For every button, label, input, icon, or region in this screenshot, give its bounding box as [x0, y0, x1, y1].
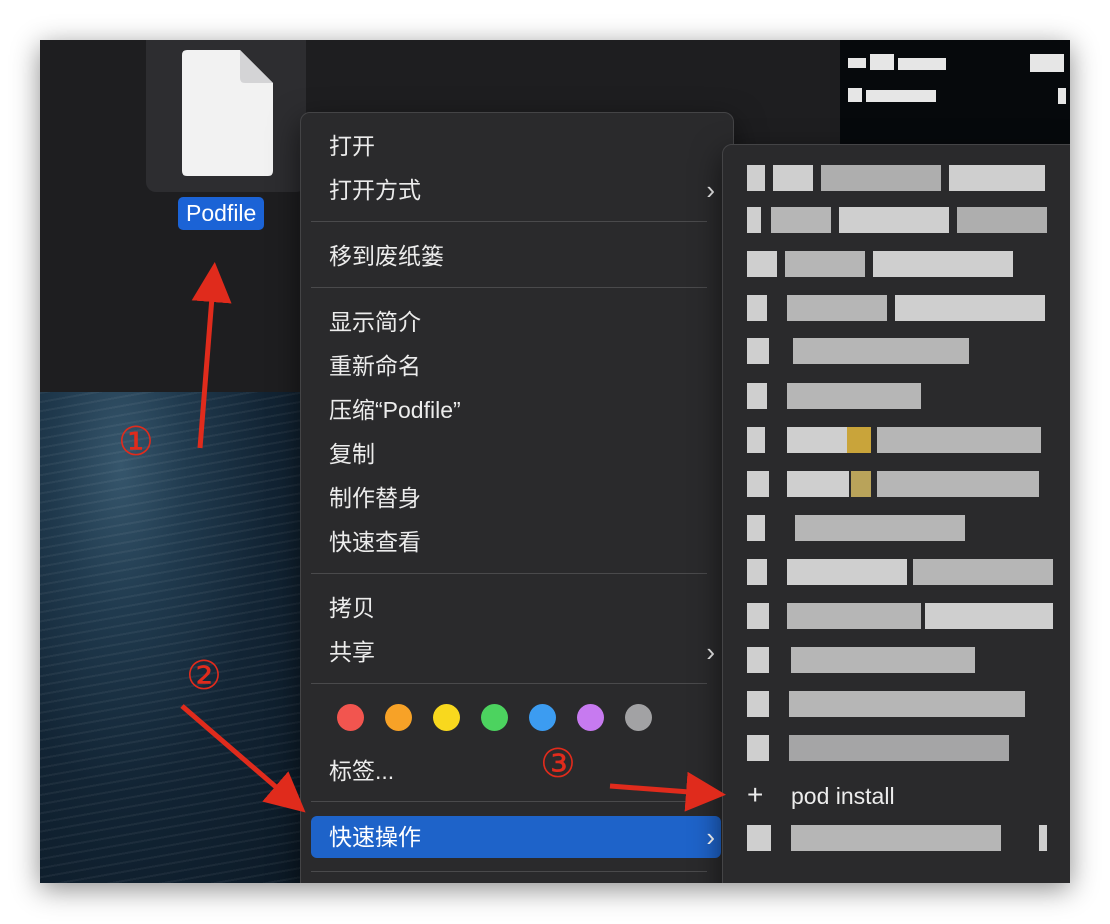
menu-separator: [311, 871, 707, 872]
blurred-action-item[interactable]: [747, 515, 965, 541]
menu-item-open[interactable]: 打开: [329, 128, 375, 164]
quick-actions-submenu: + pod install: [722, 144, 1070, 883]
menu-item-tags[interactable]: 标签...: [329, 753, 394, 789]
desktop-wallpaper: [40, 392, 310, 883]
tag-blue[interactable]: [529, 704, 556, 731]
blurred-action-item[interactable]: [747, 603, 1053, 629]
tag-orange[interactable]: [385, 704, 412, 731]
menu-separator: [311, 573, 707, 574]
blurred-action-item[interactable]: [747, 383, 923, 409]
blurred-action-item[interactable]: [747, 691, 1027, 717]
blurred-action-item[interactable]: [747, 295, 1047, 321]
document-icon: [182, 50, 273, 176]
menu-item-compress[interactable]: 压缩“Podfile”: [329, 392, 461, 428]
menu-item-open-with-label: 打开方式: [329, 177, 421, 203]
action-item-pod-install[interactable]: + pod install: [747, 777, 895, 813]
menu-separator: [311, 801, 707, 802]
menu-item-make-alias[interactable]: 制作替身: [329, 480, 421, 516]
tag-gray[interactable]: [625, 704, 652, 731]
menu-item-get-info[interactable]: 显示简介: [329, 304, 421, 340]
menu-item-open-with[interactable]: 打开方式: [329, 172, 719, 208]
menu-item-quick-actions-label: 快速操作: [329, 824, 421, 850]
podfile-item[interactable]: [146, 40, 306, 192]
blurred-action-item[interactable]: [747, 251, 1019, 277]
step-1-label: ①: [118, 419, 154, 465]
step-3-label: ③: [540, 741, 576, 787]
tag-green[interactable]: [481, 704, 508, 731]
blurred-action-item[interactable]: [747, 338, 971, 364]
tag-purple[interactable]: [577, 704, 604, 731]
blurred-action-item[interactable]: [747, 427, 1043, 453]
blurred-action-item[interactable]: [747, 559, 1055, 585]
plus-icon: +: [747, 779, 764, 810]
menu-item-copy[interactable]: 拷贝: [329, 590, 375, 626]
context-menu: 打开 打开方式 › 移到废纸篓 显示简介 重新命名 压缩“Podfile” 复制…: [300, 112, 734, 883]
chevron-right-icon: ›: [706, 175, 715, 205]
menu-item-quick-look[interactable]: 快速查看: [329, 524, 421, 560]
menu-separator: [311, 683, 707, 684]
chevron-right-icon: ›: [706, 822, 715, 852]
step-2-label: ②: [186, 653, 222, 699]
tag-yellow[interactable]: [433, 704, 460, 731]
menu-item-share[interactable]: 共享: [329, 634, 375, 670]
menu-item-duplicate[interactable]: 复制: [329, 436, 375, 472]
blurred-action-item[interactable]: [747, 647, 977, 673]
blurred-action-item[interactable]: [747, 165, 1047, 191]
blurred-action-item[interactable]: [747, 471, 1041, 497]
podfile-name-label[interactable]: Podfile: [178, 197, 265, 230]
menu-item-rename[interactable]: 重新命名: [329, 348, 421, 384]
tag-red[interactable]: [337, 704, 364, 731]
terminal-window-fragment: [840, 40, 1070, 145]
menu-item-move-to-trash[interactable]: 移到废纸篓: [329, 238, 444, 274]
pod-install-label: pod install: [791, 783, 895, 809]
blurred-action-item[interactable]: [747, 207, 1047, 233]
blurred-action-item[interactable]: [747, 735, 1011, 761]
blurred-action-item[interactable]: [747, 825, 1047, 851]
chevron-right-icon: ›: [706, 637, 715, 667]
menu-separator: [311, 287, 707, 288]
menu-separator: [311, 221, 707, 222]
